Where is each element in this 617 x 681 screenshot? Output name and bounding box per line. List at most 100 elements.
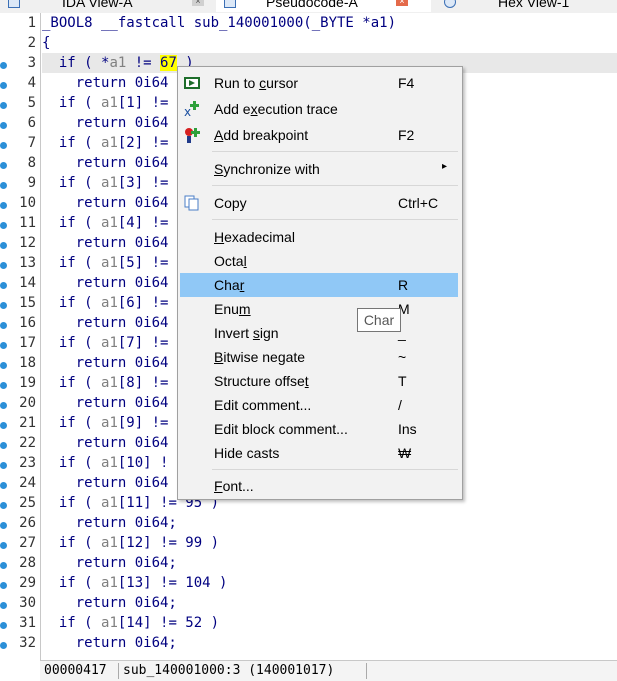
- close-icon[interactable]: ×: [396, 0, 408, 6]
- menu-item-add-execution-trace[interactable]: x Add execution trace: [180, 97, 458, 121]
- code-line[interactable]: if ( a1[6] !=: [42, 293, 169, 313]
- breakpoint-dot[interactable]: [0, 442, 7, 449]
- code-line[interactable]: return 0i64: [42, 393, 169, 413]
- menu-item-add-breakpoint[interactable]: Add breakpoint F2: [180, 123, 458, 147]
- tab-ida-view[interactable]: IDA View-A ×: [0, 0, 215, 12]
- code-line[interactable]: {: [42, 33, 50, 53]
- breakpoint-dot[interactable]: [0, 642, 7, 649]
- code-line[interactable]: return 0i64: [42, 73, 169, 93]
- variable-token[interactable]: a1: [101, 575, 118, 591]
- breakpoint-dot[interactable]: [0, 182, 7, 189]
- breakpoint-dot[interactable]: [0, 402, 7, 409]
- breakpoint-dot[interactable]: [0, 282, 7, 289]
- tab-pseudocode[interactable]: Pseudocode-A ×: [216, 0, 431, 12]
- breakpoint-dot[interactable]: [0, 542, 7, 549]
- code-line[interactable]: return 0i64: [42, 193, 169, 213]
- breakpoint-dot[interactable]: [0, 522, 7, 529]
- breakpoint-dot[interactable]: [0, 562, 7, 569]
- code-line[interactable]: _BOOL8 __fastcall sub_140001000(_BYTE *a…: [42, 13, 396, 33]
- breakpoint-dot[interactable]: [0, 242, 7, 249]
- breakpoint-dot[interactable]: [0, 262, 7, 269]
- code-line[interactable]: return 0i64;: [42, 593, 177, 613]
- menu-item-octal[interactable]: Octal: [180, 249, 458, 273]
- menu-item-run-to-cursor[interactable]: Run to cursor F4: [180, 71, 458, 95]
- variable-token[interactable]: a1: [101, 415, 118, 431]
- variable-token[interactable]: a1: [101, 375, 118, 391]
- breakpoint-dot[interactable]: [0, 502, 7, 509]
- breakpoint-dot[interactable]: [0, 102, 7, 109]
- breakpoint-dot[interactable]: [0, 122, 7, 129]
- code-line[interactable]: if ( a1[9] !=: [42, 413, 169, 433]
- breakpoint-dot[interactable]: [0, 582, 7, 589]
- code-line[interactable]: return 0i64: [42, 473, 169, 493]
- code-line[interactable]: if ( a1[14] != 52 ): [42, 613, 219, 633]
- code-line[interactable]: if ( a1[2] !=: [42, 133, 169, 153]
- variable-token[interactable]: a1: [101, 295, 118, 311]
- breakpoint-dot[interactable]: [0, 602, 7, 609]
- code-line[interactable]: return 0i64: [42, 433, 169, 453]
- breakpoint-dot[interactable]: [0, 482, 7, 489]
- code-line[interactable]: if ( a1[7] !=: [42, 333, 169, 353]
- variable-token[interactable]: a1: [101, 175, 118, 191]
- variable-token[interactable]: a1: [101, 495, 118, 511]
- variable-token[interactable]: a1: [101, 135, 118, 151]
- code-line[interactable]: if ( a1[4] !=: [42, 213, 169, 233]
- code-line[interactable]: return 0i64;: [42, 513, 177, 533]
- menu-item-invert-sign[interactable]: Invert sign _: [180, 321, 458, 345]
- close-icon[interactable]: ×: [192, 0, 204, 6]
- breakpoint-dot[interactable]: [0, 462, 7, 469]
- variable-token[interactable]: a1: [101, 535, 118, 551]
- code-line[interactable]: return 0i64: [42, 273, 169, 293]
- breakpoint-dot[interactable]: [0, 142, 7, 149]
- code-line[interactable]: return 0i64: [42, 353, 169, 373]
- menu-item-char[interactable]: Char R: [180, 273, 458, 297]
- variable-token[interactable]: a1: [101, 255, 118, 271]
- breakpoint-gutter[interactable]: [0, 13, 12, 663]
- menu-item-hexadecimal[interactable]: Hexadecimal: [180, 225, 458, 249]
- variable-token[interactable]: a1: [109, 55, 126, 71]
- breakpoint-dot[interactable]: [0, 222, 7, 229]
- code-line[interactable]: return 0i64: [42, 233, 169, 253]
- breakpoint-dot[interactable]: [0, 342, 7, 349]
- code-line[interactable]: return 0i64: [42, 113, 169, 133]
- breakpoint-dot[interactable]: [0, 82, 7, 89]
- menu-item-font[interactable]: Font...: [180, 474, 458, 498]
- menu-item-edit-comment[interactable]: Edit comment... /: [180, 393, 458, 417]
- menu-item-edit-block-comment[interactable]: Edit block comment... Ins: [180, 417, 458, 441]
- code-line[interactable]: if ( a1[5] !=: [42, 253, 169, 273]
- breakpoint-dot[interactable]: [0, 162, 7, 169]
- menu-item-hide-casts[interactable]: Hide casts ₩: [180, 441, 458, 465]
- breakpoint-dot[interactable]: [0, 422, 7, 429]
- selected-number-token[interactable]: 67: [160, 55, 177, 71]
- code-line[interactable]: return 0i64;: [42, 633, 177, 653]
- breakpoint-dot[interactable]: [0, 622, 7, 629]
- menu-item-bitwise-negate[interactable]: Bitwise negate ~: [180, 345, 458, 369]
- code-line[interactable]: if ( a1[1] !=: [42, 93, 169, 113]
- breakpoint-dot[interactable]: [0, 382, 7, 389]
- breakpoint-dot[interactable]: [0, 302, 7, 309]
- code-token: [7] !=: [117, 335, 169, 351]
- variable-token[interactable]: a1: [101, 455, 118, 471]
- code-line[interactable]: if ( a1[3] !=: [42, 173, 169, 193]
- code-line[interactable]: return 0i64: [42, 153, 169, 173]
- menu-item-enum[interactable]: Enum M: [180, 297, 458, 321]
- tab-hex-view[interactable]: Hex View-1: [432, 0, 617, 12]
- variable-token[interactable]: a1: [101, 95, 118, 111]
- code-line[interactable]: if ( a1[10] !: [42, 453, 169, 473]
- breakpoint-dot[interactable]: [0, 202, 7, 209]
- code-line[interactable]: return 0i64;: [42, 553, 177, 573]
- code-line[interactable]: if ( a1[13] != 104 ): [42, 573, 228, 593]
- menu-shortcut: ₩: [398, 445, 412, 461]
- variable-token[interactable]: a1: [101, 215, 118, 231]
- menu-item-synchronize-with[interactable]: Synchronize with ▸: [180, 157, 458, 181]
- variable-token[interactable]: a1: [101, 335, 118, 351]
- menu-item-copy[interactable]: Copy Ctrl+C: [180, 191, 458, 215]
- menu-item-structure-offset[interactable]: Structure offset T: [180, 369, 458, 393]
- variable-token[interactable]: a1: [101, 615, 118, 631]
- code-line[interactable]: if ( a1[8] !=: [42, 373, 169, 393]
- breakpoint-dot[interactable]: [0, 62, 7, 69]
- code-line[interactable]: if ( a1[12] != 99 ): [42, 533, 219, 553]
- code-line[interactable]: return 0i64: [42, 313, 169, 333]
- breakpoint-dot[interactable]: [0, 362, 7, 369]
- breakpoint-dot[interactable]: [0, 322, 7, 329]
